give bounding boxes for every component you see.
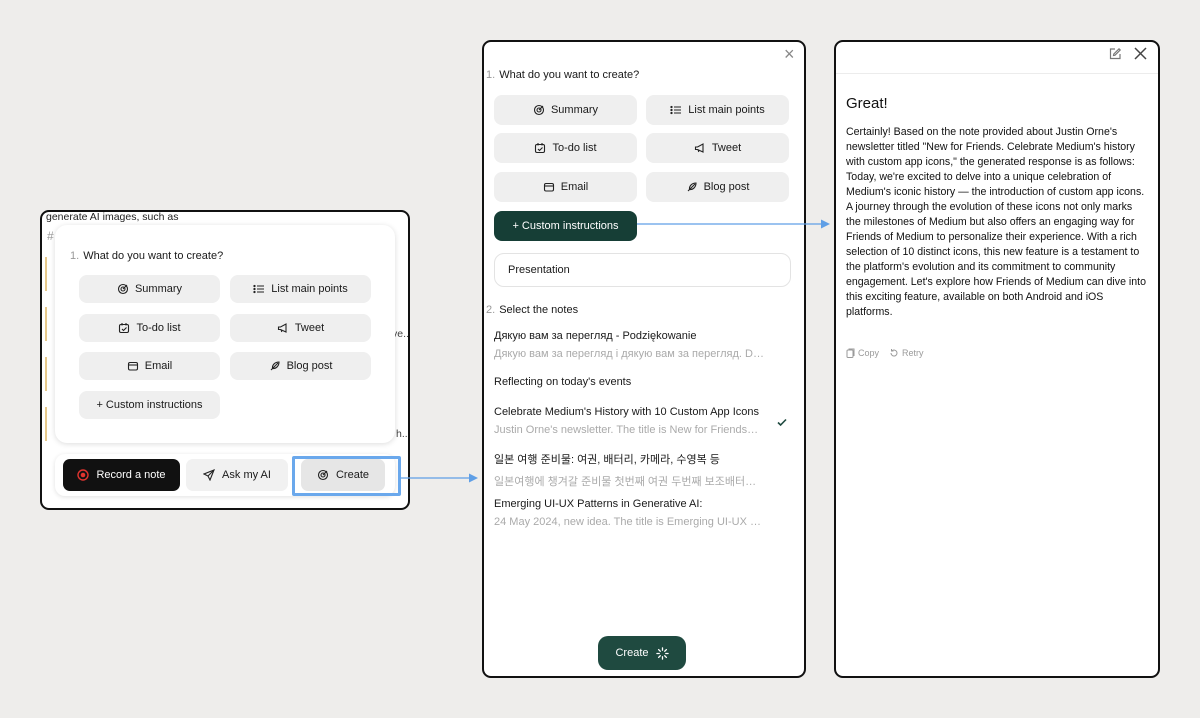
note-item[interactable]: Emerging UI-UX Patterns in Generative AI… [494, 498, 764, 528]
generated-response: Certainly! Based on the note provided ab… [846, 126, 1146, 318]
quote-bar [45, 307, 47, 341]
retry-icon [889, 348, 899, 358]
close-icon[interactable] [1133, 46, 1148, 61]
result-header [836, 42, 1158, 74]
heading-marker: # [47, 229, 54, 243]
summary-chip[interactable]: Summary [494, 95, 637, 125]
quote-bar [45, 257, 47, 291]
list-main-points-chip[interactable]: List main points [646, 95, 789, 125]
email-chip[interactable]: Email [494, 172, 637, 202]
email-icon [127, 360, 139, 372]
feather-icon [269, 360, 281, 372]
quote-bar [45, 357, 47, 391]
todo-list-chip[interactable]: To-do list [79, 314, 220, 342]
send-icon [203, 469, 216, 481]
result-actions: Copy Retry [846, 348, 924, 358]
close-icon[interactable]: × [784, 44, 795, 65]
blog-post-chip[interactable]: Blog post [230, 352, 371, 380]
record-note-button[interactable]: Record a note [63, 459, 180, 491]
create-question: 1. What do you want to create? [70, 250, 224, 262]
create-question: 1. What do you want to create? [486, 69, 640, 81]
custom-instructions-chip[interactable]: + Custom instructions [494, 211, 637, 241]
summary-icon [117, 283, 129, 295]
custom-instructions-chip[interactable]: + Custom instructions [79, 391, 220, 419]
record-icon [77, 469, 90, 481]
summary-chip[interactable]: Summary [79, 275, 220, 303]
todo-list-chip[interactable]: To-do list [494, 133, 637, 163]
checkmark-icon [776, 416, 788, 428]
custom-instructions-input[interactable]: Presentation [494, 253, 791, 287]
email-chip[interactable]: Email [79, 352, 220, 380]
tweet-chip[interactable]: Tweet [230, 314, 371, 342]
background-note-text: generate AI images, such as [46, 211, 179, 223]
calendar-check-icon [118, 322, 130, 334]
result-panel: Great! Certainly! Based on the note prov… [834, 40, 1160, 678]
megaphone-icon [277, 322, 289, 334]
list-icon [253, 283, 265, 295]
summary-icon [533, 104, 545, 116]
tweet-chip[interactable]: Tweet [646, 133, 789, 163]
select-notes-label: 2. Select the notes [486, 304, 579, 316]
create-menu-card: 1. What do you want to create? Summary Li… [55, 225, 395, 443]
quote-bar [45, 407, 47, 441]
create-panel: × 1. What do you want to create? Summary … [482, 40, 806, 678]
note-item[interactable]: Reflecting on today's events [494, 376, 764, 388]
ask-ai-button[interactable]: Ask my AI [186, 459, 288, 491]
feather-icon [686, 181, 698, 193]
note-item-selected[interactable]: Celebrate Medium's History with 10 Custo… [494, 406, 760, 436]
create-submit-button[interactable]: Create [598, 636, 686, 670]
edit-icon[interactable] [1108, 47, 1122, 61]
note-item[interactable]: 일본 여행 준비물: 여권, 배터리, 카메라, 수영복 등 일본여행에 챙겨갈… [494, 451, 764, 489]
truncated-text: h... [396, 428, 410, 440]
copy-button[interactable]: Copy [846, 348, 879, 358]
copy-icon [846, 348, 855, 358]
arrow-connector [401, 473, 478, 483]
list-main-points-chip[interactable]: List main points [230, 275, 371, 303]
loading-spinner-icon [655, 646, 669, 660]
email-icon [543, 181, 555, 193]
calendar-check-icon [534, 142, 546, 154]
result-title: Great! [846, 95, 888, 112]
note-item[interactable]: Дякую вам за перегляд - Podziękowanie Дя… [494, 330, 764, 360]
list-icon [670, 104, 682, 116]
create-button-highlight [292, 456, 401, 496]
megaphone-icon [694, 142, 706, 154]
blog-post-chip[interactable]: Blog post [646, 172, 789, 202]
retry-button[interactable]: Retry [889, 348, 924, 358]
